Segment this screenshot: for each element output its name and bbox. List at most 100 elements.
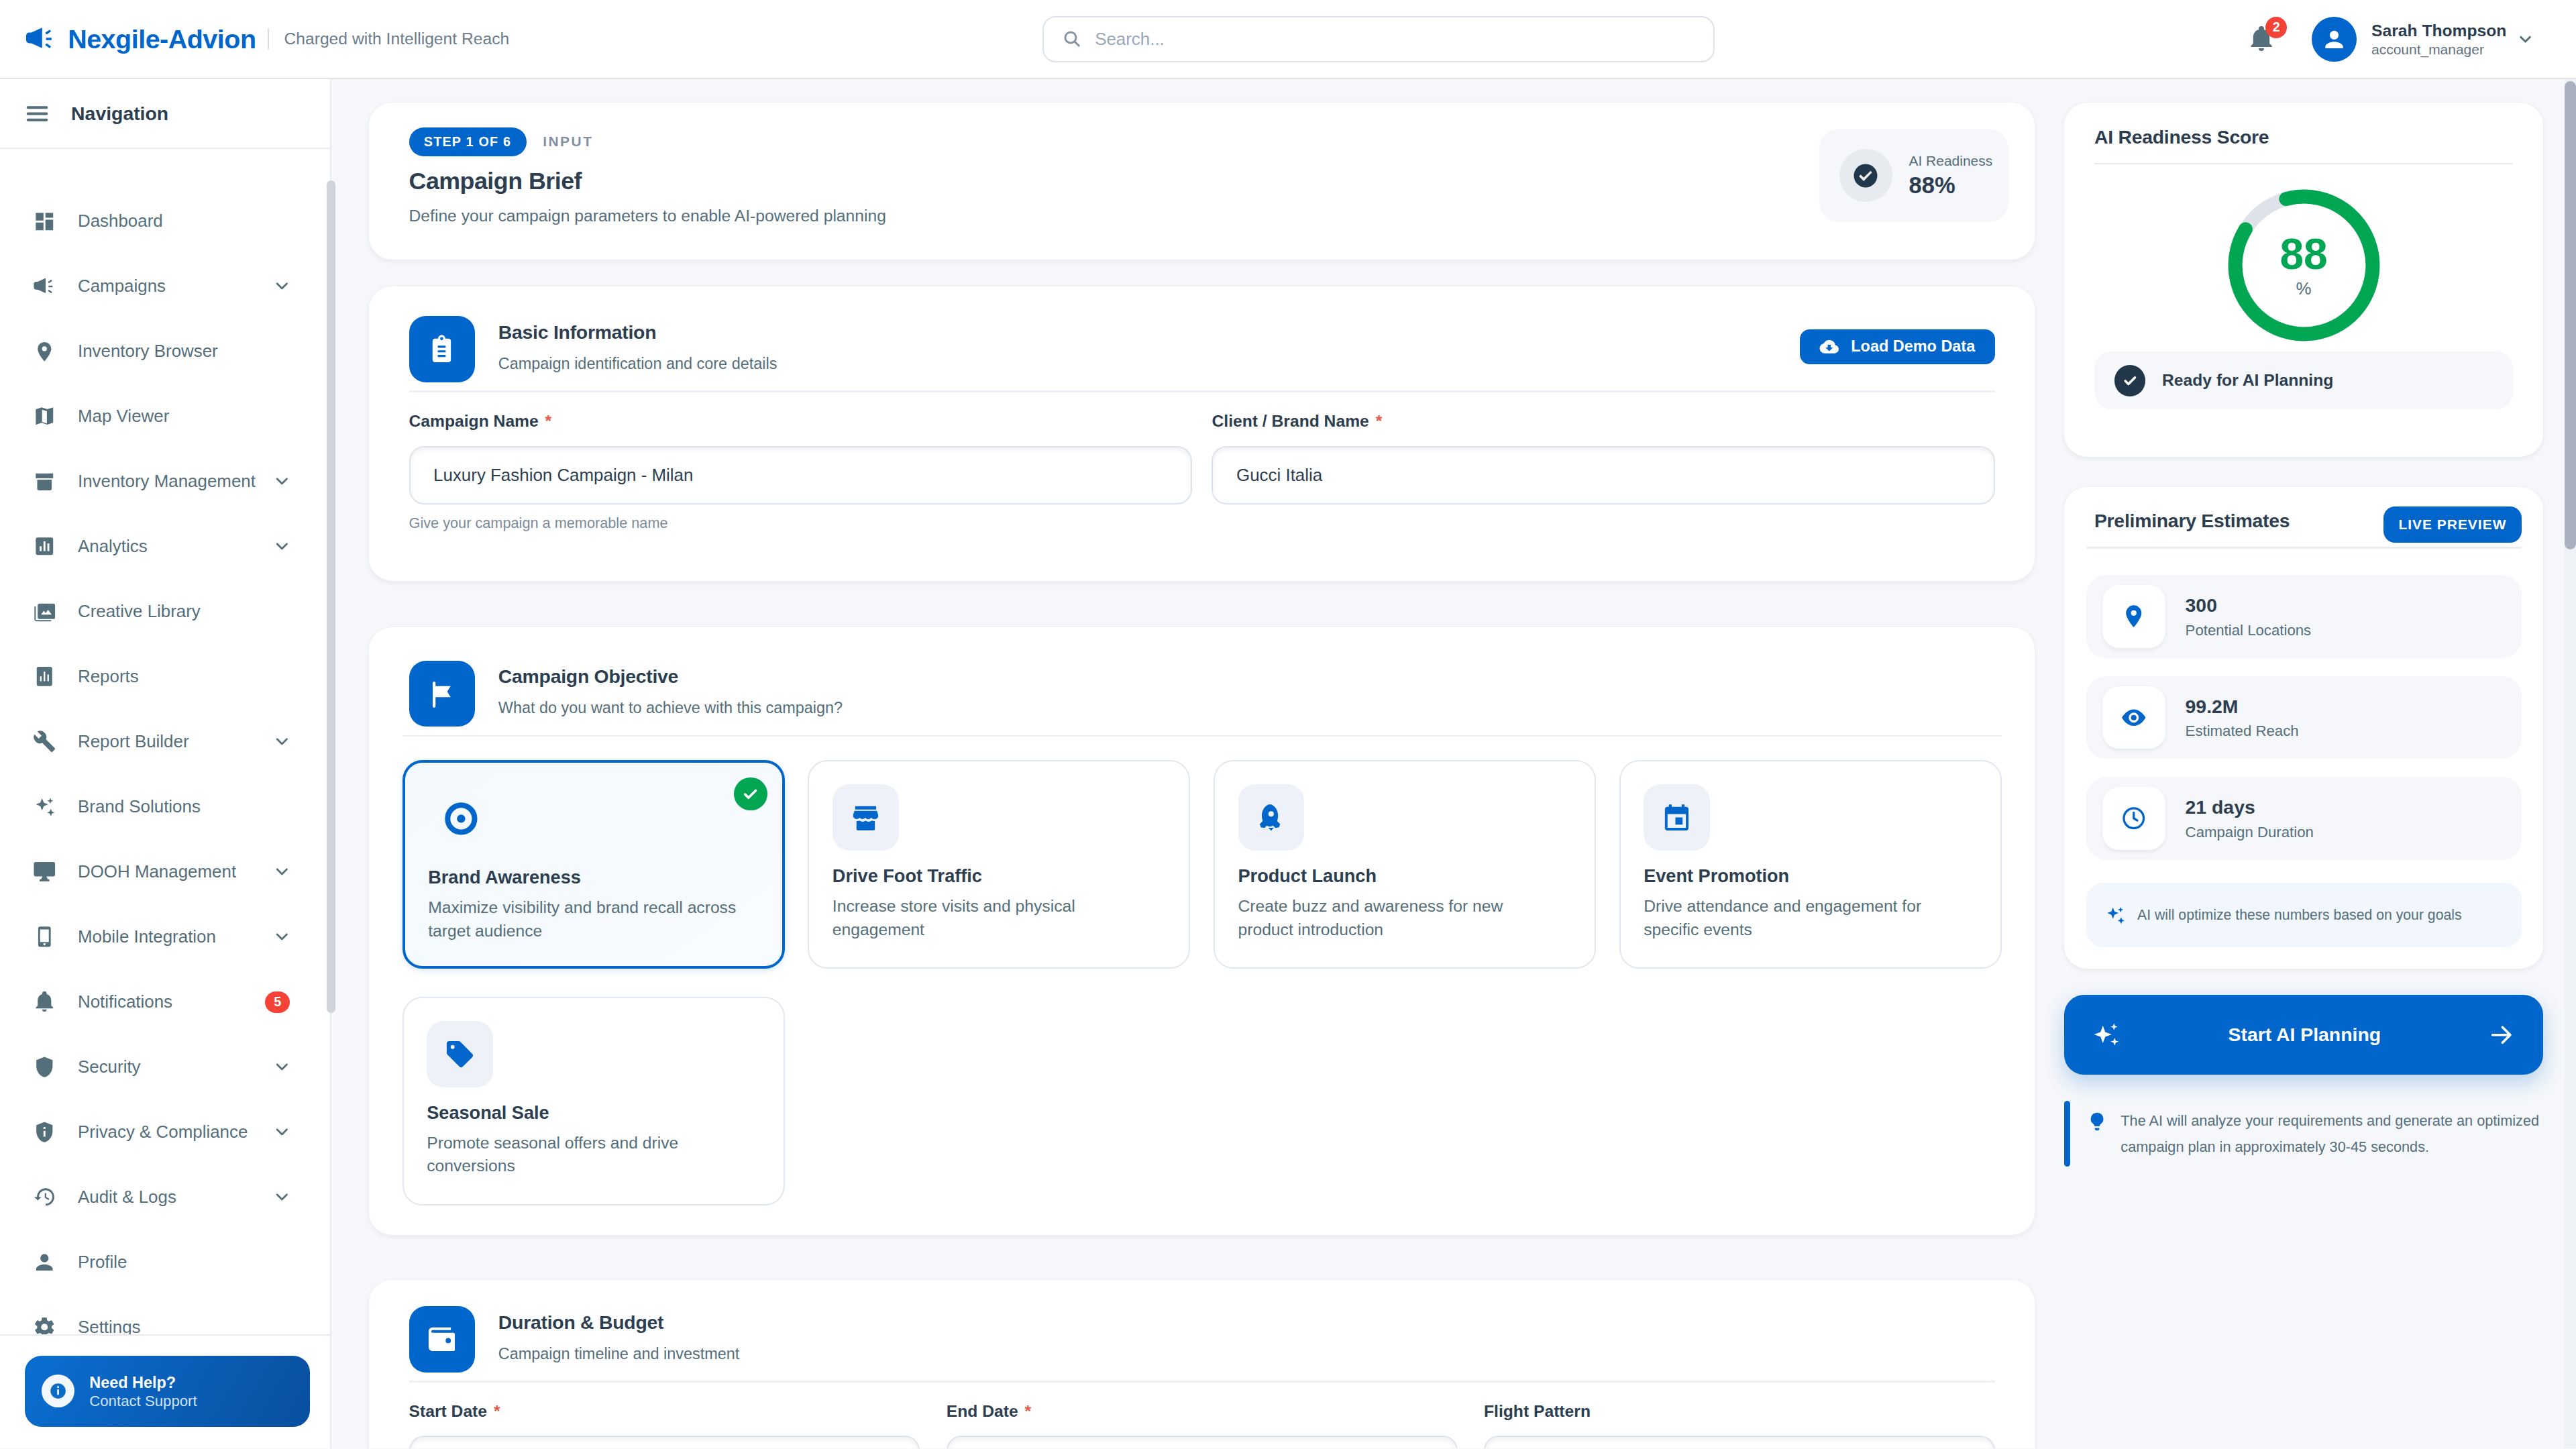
basic-info-title: Basic Information [498,321,777,343]
report-icon [33,665,56,688]
objective-option-brand-awareness[interactable]: Brand AwarenessMaximize visibility and b… [402,760,785,969]
sidebar-item-campaigns[interactable]: Campaigns [0,254,330,319]
sidebar-item-inventory-browser[interactable]: Inventory Browser [0,319,330,384]
sidebar-item-profile[interactable]: Profile [0,1230,330,1295]
logo-divider [268,28,269,50]
sidebar-item-map-viewer[interactable]: Map Viewer [0,384,330,449]
ai-optimize-note-text: AI will optimize these numbers based on … [2137,907,2462,923]
sidebar-item-notifications[interactable]: Notifications5 [0,969,330,1034]
help-title: Need Help? [89,1373,197,1393]
sidebar-item-analytics[interactable]: Analytics [0,514,330,579]
objective-option-drive-foot-traffic[interactable]: Drive Foot TrafficIncrease store visits … [808,760,1190,969]
image-icon [33,600,56,623]
user-info[interactable]: Sarah Thompson account_manager [2371,20,2506,58]
required-asterisk: * [494,1402,500,1420]
avatar[interactable] [2312,17,2357,62]
map-pin-icon [2102,585,2165,648]
user-role: account_manager [2371,42,2506,58]
basic-info-subtitle: Campaign identification and core details [498,355,777,373]
hamburger-menu-icon[interactable] [25,101,50,126]
load-demo-data-button[interactable]: Load Demo Data [1800,329,1995,364]
sidebar-item-reports[interactable]: Reports [0,644,330,709]
lightbulb-icon [2086,1111,2108,1132]
main-scrollbar-thumb[interactable] [2565,81,2576,549]
client-name-input[interactable] [1212,446,1994,505]
objective-option-seasonal-sale[interactable]: Seasonal SalePromote seasonal offers and… [402,997,785,1205]
sidebar-item-mobile-integration[interactable]: Mobile Integration [0,904,330,969]
shield-info-icon [33,1120,56,1144]
sidebar-item-security[interactable]: Security [0,1034,330,1099]
sidebar-item-report-builder[interactable]: Report Builder [0,709,330,774]
wallet-icon [409,1306,476,1373]
step-chip: STEP 1 OF 6 [409,127,527,156]
sidebar-title: Navigation [71,103,168,125]
check-circle-icon [2114,365,2146,396]
campaign-name-input[interactable] [409,446,1192,505]
start-date-input[interactable] [409,1436,920,1448]
phase-label: INPUT [543,133,593,150]
basic-information-card: Basic Information Campaign identificatio… [369,286,2035,581]
sidebar-item-audit-logs[interactable]: Audit & Logs [0,1165,330,1230]
eye-icon [2102,686,2165,749]
notifications-count-badge: 5 [265,991,290,1013]
sidebar-scrollbar-thumb[interactable] [327,180,335,1013]
top-bar: Nexgile-Advion Charged with Intelligent … [0,0,2576,79]
help-card[interactable]: Need Help? Contact Support [25,1356,310,1427]
duration-budget-card: Duration & Budget Campaign timeline and … [369,1280,2035,1449]
objective-title: Campaign Objective [498,665,843,688]
objective-option-product-launch[interactable]: Product LaunchCreate buzz and awareness … [1214,760,1596,969]
history-icon [33,1185,56,1209]
end-date-input[interactable] [947,1436,1458,1448]
map-pin-icon [33,340,56,364]
store-icon [833,784,899,851]
search-box[interactable] [1042,16,1715,62]
mini-readiness-label: AI Readiness [1909,153,1992,169]
flight-pattern-input[interactable] [1484,1436,1995,1448]
chevron-down-icon [274,473,290,490]
page-title: Campaign Brief [409,168,2008,195]
sidebar-item-dashboard[interactable]: Dashboard [0,189,330,254]
search-icon [1062,29,1082,49]
brand-name: Nexgile-Advion [68,24,256,54]
cloud-download-icon [1819,337,1839,357]
chevron-down-icon [274,278,290,294]
start-ai-planning-button[interactable]: Start AI Planning [2064,995,2542,1074]
chevron-down-icon [274,1124,290,1140]
objective-subtitle: What do you want to achieve with this ca… [498,699,843,717]
ai-readiness-score-card: AI Readiness Score 88 % Ready for AI Pla… [2064,103,2542,457]
bullseye-icon [428,786,494,852]
bell-count-badge: 2 [2265,17,2287,38]
sidebar-item-brand-solutions[interactable]: Brand Solutions [0,774,330,839]
objective-option-event-promotion[interactable]: Event PromotionDrive attendance and enga… [1619,760,2002,969]
selected-check-icon [734,777,767,810]
sidebar-item-inventory-management[interactable]: Inventory Management [0,449,330,514]
sidebar-item-creative-library[interactable]: Creative Library [0,579,330,644]
main-content: STEP 1 OF 6 INPUT Campaign Brief Define … [331,79,2565,1448]
sparkles-icon [2092,1020,2121,1049]
end-date-label: End Date* [947,1402,1458,1421]
sidebar-item-privacy-compliance[interactable]: Privacy & Compliance [0,1099,330,1165]
search-input[interactable] [1095,30,1695,49]
logo[interactable]: Nexgile-Advion Charged with Intelligent … [0,23,509,55]
chevron-down-icon[interactable] [2516,30,2534,48]
readiness-status-text: Ready for AI Planning [2162,371,2333,390]
page-header-card: STEP 1 OF 6 INPUT Campaign Brief Define … [369,103,2035,260]
megaphone-icon [33,275,56,299]
ai-info-note: The AI will analyze your requirements an… [2064,1099,2542,1169]
client-name-label: Client / Brand Name* [1212,412,1994,431]
sidebar-item-dooh-management[interactable]: DOOH Management [0,839,330,904]
notifications-bell[interactable]: 2 [2247,25,2275,53]
live-preview-badge: LIVE PREVIEW [2383,506,2521,543]
chevron-down-icon [274,1059,290,1075]
clipboard-icon [409,316,476,382]
main-scrollbar-track[interactable] [2565,79,2576,1448]
arrow-right-icon [2488,1022,2514,1048]
mini-readiness-value: 88% [1909,172,1992,199]
user-icon [33,1250,56,1274]
user-name: Sarah Thompson [2371,20,2506,42]
estimate-row-campaign-duration: 21 daysCampaign Duration [2086,777,2522,859]
campaign-name-label: Campaign Name* [409,412,1192,431]
required-asterisk: * [1025,1402,1032,1420]
sparkles-icon [33,795,56,818]
analytics-icon [33,535,56,558]
